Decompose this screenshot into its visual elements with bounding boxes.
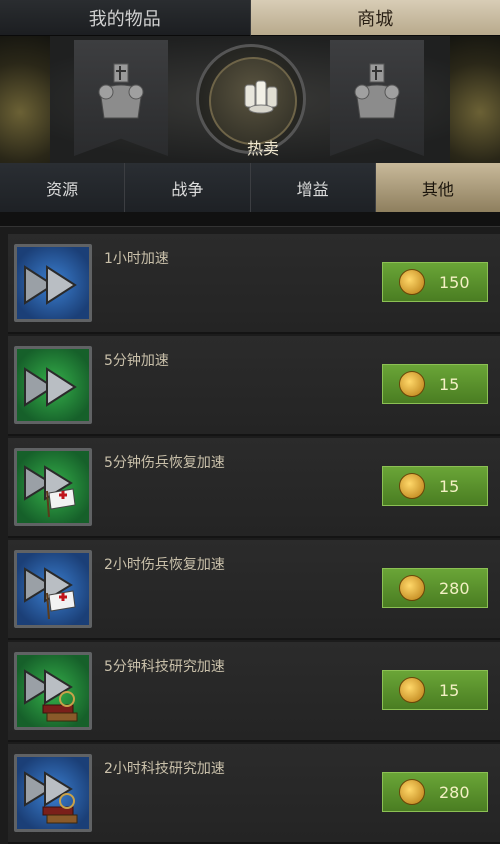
gold-coin-icon: [399, 575, 425, 601]
tab-my-items[interactable]: 我的物品: [0, 0, 251, 36]
heal-speedup-icon: [14, 448, 92, 526]
list-item: 1小时加速 150: [8, 234, 500, 334]
list-item: 2小时伤兵恢复加速 280: [8, 540, 500, 640]
research-speedup-icon: [14, 652, 92, 730]
buy-button[interactable]: 280: [382, 772, 488, 812]
tab-war[interactable]: 战争: [125, 163, 250, 212]
item-name: 2小时伤兵恢复加速: [104, 554, 225, 574]
list-divider: [0, 212, 500, 227]
item-price: 280: [439, 579, 470, 598]
list-item: 5分钟科技研究加速 15: [8, 642, 500, 742]
buy-button[interactable]: 150: [382, 262, 488, 302]
hot-sale-label: 热卖: [211, 135, 315, 159]
gold-coin-icon: [399, 371, 425, 397]
top-tab-bar: 我的物品 商城: [0, 0, 500, 36]
item-name: 5分钟科技研究加速: [104, 656, 225, 676]
right-ornament: [450, 36, 500, 163]
item-price: 150: [439, 273, 470, 292]
buy-button[interactable]: 280: [382, 568, 488, 608]
item-name: 2小时科技研究加速: [104, 758, 225, 778]
speedup-arrow-icon: [14, 346, 92, 424]
item-name: 5分钟伤兵恢复加速: [104, 452, 225, 472]
gold-coin-icon: [399, 779, 425, 805]
gold-coin-icon: [399, 269, 425, 295]
tab-store[interactable]: 商城: [251, 0, 500, 36]
item-price: 15: [439, 681, 459, 700]
gold-coin-icon: [399, 677, 425, 703]
buy-button[interactable]: 15: [382, 466, 488, 506]
research-speedup-icon: [14, 754, 92, 832]
silver-coins-icon: [241, 75, 281, 115]
list-item: 5分钟伤兵恢复加速 15: [8, 438, 500, 538]
item-price: 280: [439, 783, 470, 802]
item-name: 5分钟加速: [104, 350, 169, 370]
buy-button[interactable]: 15: [382, 364, 488, 404]
knight-pennant-right: [330, 40, 424, 156]
list-item: 5分钟加速 15: [8, 336, 500, 436]
speedup-arrow-icon: [14, 244, 92, 322]
hot-sale-medal-inner: 热卖: [209, 57, 297, 145]
item-price: 15: [439, 477, 459, 496]
hot-sale-medal[interactable]: 热卖: [196, 44, 306, 154]
tab-other[interactable]: 其他: [376, 163, 500, 212]
knight-armor-icon: [352, 60, 402, 124]
item-name: 1小时加速: [104, 248, 169, 268]
item-price: 15: [439, 375, 459, 394]
buy-button[interactable]: 15: [382, 670, 488, 710]
tab-boosts[interactable]: 增益: [251, 163, 376, 212]
gold-coin-icon: [399, 473, 425, 499]
knight-armor-icon: [96, 60, 146, 124]
knight-pennant-left: [74, 40, 168, 156]
left-ornament: [0, 36, 50, 163]
list-item: 2小时科技研究加速 280: [8, 744, 500, 844]
heal-speedup-icon: [14, 550, 92, 628]
store-banner: 热卖: [0, 36, 500, 163]
category-tab-bar: 资源 战争 增益 其他: [0, 163, 500, 212]
tab-resources[interactable]: 资源: [0, 163, 125, 212]
